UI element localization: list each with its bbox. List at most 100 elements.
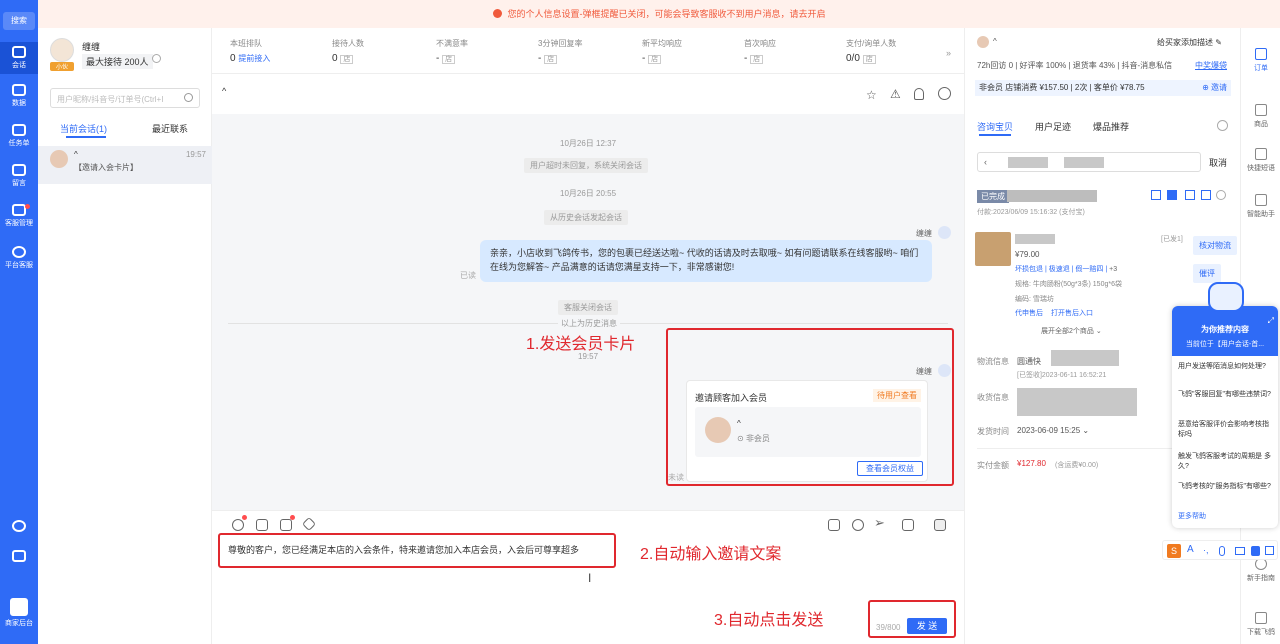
redacted-address — [1017, 388, 1137, 416]
info-icon[interactable] — [152, 54, 161, 63]
tab-underline — [66, 136, 106, 138]
annotation-auto-send: 3.自动点击发送 — [714, 612, 824, 629]
edit-icon[interactable] — [1185, 190, 1195, 200]
redacted-text — [1008, 157, 1048, 168]
payment-info: 付款:2023/06/09 15:16:32 (支付宝) — [977, 209, 1085, 216]
product-spec: 规格: 牛肉肠粉(50g*3条) 150g*6袋 — [1015, 281, 1122, 288]
after-sale-link[interactable]: 代申售后 — [1015, 308, 1043, 318]
tab-recent[interactable]: 最近联系 — [152, 122, 188, 135]
expand-products-link[interactable]: 展开全部2个商品 ⌄ — [1041, 326, 1102, 336]
rail-products[interactable]: 商品 — [1241, 104, 1280, 129]
assistant-title: 为你推荐内容 — [1201, 325, 1249, 334]
stat-reception: 接待人数 0 店 — [332, 39, 364, 64]
nav-item-task[interactable]: 任务单 — [0, 124, 38, 154]
nav-item-data[interactable]: 数据 — [0, 84, 38, 114]
member-info-bar: 非会员 店铺消费 ¥157.50 | 2次 | 客单价 ¥78.75 ⊕ 邀请 — [975, 80, 1231, 96]
invite-button[interactable]: ⊕ 邀请 — [1202, 80, 1227, 96]
product-search-input[interactable]: ‹ — [977, 152, 1201, 172]
tab-user-footprint[interactable]: 用户足迹 — [1035, 120, 1071, 133]
tab-consult-product[interactable]: 咨询宝贝 — [977, 120, 1013, 133]
video-icon[interactable] — [828, 519, 840, 531]
rail-guide[interactable]: 新手指南 — [1241, 558, 1280, 583]
collapse-icon[interactable] — [934, 519, 946, 531]
skin-icon[interactable] — [1251, 546, 1260, 556]
emoji-icon[interactable] — [232, 519, 244, 531]
collapse-icon[interactable] — [1216, 190, 1226, 200]
session-item[interactable]: ^ 19:57 【邀请入会卡片】 — [38, 146, 212, 184]
nav-item-message[interactable]: 留言 — [0, 164, 38, 194]
nav-item-service-manage[interactable]: 客服管理 — [0, 204, 38, 234]
assistant-popup: 为你推荐内容 当前位于【用户会话-首... ⤢ 用户发送等陌消息如何处理? 飞鸽… — [1172, 282, 1278, 528]
nav-label: 客服管理 — [5, 220, 33, 227]
grid-icon[interactable] — [1265, 546, 1274, 555]
nav-item-chat[interactable]: 会话 — [0, 42, 38, 74]
copy-icon[interactable] — [1151, 190, 1161, 200]
system-message: 从历史会话发起会话 — [544, 210, 628, 225]
rail-download[interactable]: 下载飞鸽 — [1241, 612, 1280, 637]
remind-review-button[interactable]: 催评 — [1193, 264, 1221, 283]
send-plane-icon[interactable]: ➢ — [874, 515, 885, 531]
service-icon — [12, 246, 26, 258]
doc-icon[interactable] — [1201, 190, 1211, 200]
expand-icon[interactable]: ⤢ — [1268, 316, 1274, 326]
tab-current[interactable]: 当前会话(1) — [60, 122, 107, 135]
checklist-icon[interactable] — [0, 550, 38, 566]
product-quantity: [已发1] — [1161, 236, 1183, 243]
search-placeholder: 用户昵称/抖音号/订单号(Ctrl+I — [57, 95, 164, 104]
settings-icon[interactable] — [0, 520, 38, 536]
cancel-button[interactable]: 取消 — [1209, 156, 1227, 169]
note-icon[interactable] — [1167, 190, 1177, 200]
recent-link[interactable]: 中奖爆袋 — [1195, 60, 1227, 71]
robot-icon — [1255, 194, 1267, 206]
suggested-question[interactable]: 触发飞鸽客服考试的周期是 多久? — [1178, 452, 1274, 472]
calendar-icon[interactable] — [280, 519, 292, 531]
tab-underline — [979, 134, 1011, 136]
banner-text: 您的个人信息设置-弹框提醒已关闭，可能会导致客服收不到用户消息，请去开启 — [507, 9, 826, 19]
add-description-link[interactable]: 给买家添加描述 ✎ — [1157, 37, 1222, 48]
tab-hot-products[interactable]: 爆品推荐 — [1093, 120, 1129, 133]
logistics-time: [已签收]2023-06-11 16:52:21 — [1017, 372, 1107, 379]
merchant-backend[interactable]: 商家后台 — [0, 598, 38, 634]
verify-logistics-button[interactable]: 核对物流 — [1193, 236, 1237, 255]
search-button[interactable]: 搜索 — [3, 12, 35, 30]
user-icon[interactable] — [914, 88, 924, 100]
rail-orders[interactable]: 订单 — [1241, 48, 1280, 73]
open-after-sale-link[interactable]: 打开售后入口 — [1051, 308, 1093, 318]
ime-toolbar[interactable]: S A ·, — [1162, 540, 1278, 560]
search-input[interactable]: 用户昵称/抖音号/订单号(Ctrl+I — [50, 88, 200, 108]
redacted-order-id — [1007, 190, 1097, 202]
coupon-icon[interactable] — [902, 519, 914, 531]
layers-icon[interactable] — [301, 516, 317, 532]
power-icon[interactable] — [938, 87, 951, 100]
early-access-link[interactable]: 提前接入 — [238, 54, 270, 63]
chevron-down-icon[interactable] — [1217, 120, 1228, 131]
agent-name: 缠缠 — [82, 42, 101, 52]
image-icon[interactable] — [256, 519, 268, 531]
rail-quick-phrases[interactable]: 快捷短语 — [1241, 148, 1280, 173]
history-label: 以上为历史消息 — [558, 318, 620, 329]
rail-assistant[interactable]: 智能助手 — [1241, 194, 1280, 219]
product-code: 编码: 雪瑞坊 — [1015, 296, 1054, 303]
suggested-question[interactable]: 恶意给客服评价会影响考核指标吗 — [1178, 420, 1274, 440]
more-help-link[interactable]: 更多帮助 — [1178, 512, 1274, 522]
paid-note: (含运费¥0.00) — [1055, 462, 1099, 469]
headset-icon[interactable] — [852, 519, 864, 531]
receive-label: 收货信息 — [977, 393, 1009, 402]
warning-icon[interactable]: ⚠ — [890, 87, 901, 101]
system-message: 用户超时未回复，系统关闭会话 — [524, 158, 648, 173]
ime-language-icon[interactable]: A — [1187, 544, 1194, 555]
expand-icon[interactable]: » — [946, 48, 951, 58]
annotation-box-input — [218, 533, 616, 568]
suggested-question[interactable]: 飞鸽考核的"服务指标"有哪些? — [1178, 482, 1274, 492]
ime-punct-icon[interactable]: ·, — [1203, 545, 1209, 555]
nav-item-platform-service[interactable]: 平台客服 — [0, 246, 38, 276]
suggested-question[interactable]: 飞鸽"客服回复"有哪些违禁词? — [1178, 390, 1274, 400]
agent-avatar-small — [938, 226, 951, 239]
stats-bar: 本班排队 0 提前接入 接待人数 0 店 不满意率 - 店 3分钟回复率 - 店 新平均… — [212, 28, 964, 74]
agent-avatar — [50, 38, 74, 62]
back-icon[interactable]: ‹ — [984, 157, 987, 167]
microphone-icon[interactable] — [1219, 546, 1225, 556]
suggested-question[interactable]: 用户发送等陌消息如何处理? — [1178, 362, 1274, 372]
keyboard-icon[interactable] — [1235, 547, 1245, 555]
star-icon[interactable]: ☆ — [866, 88, 877, 102]
